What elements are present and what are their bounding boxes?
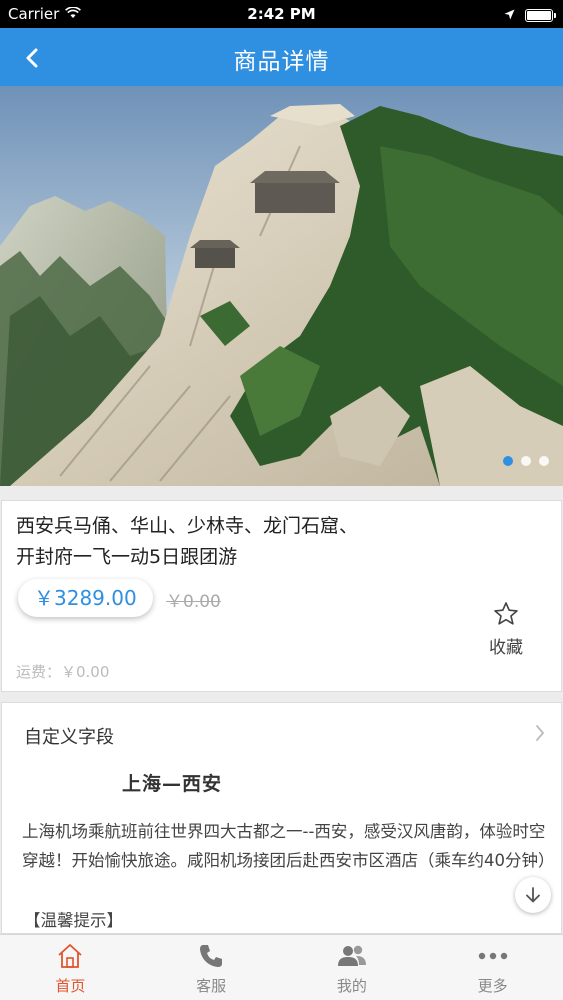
tip-label: 【温馨提示】 — [24, 911, 123, 930]
scroll-down-button[interactable] — [515, 877, 551, 913]
product-title: 西安兵马俑、华山、少林寺、龙门石窟、 开封府一飞一动5日跟团游 — [16, 511, 416, 573]
route-title: 上海—西安 — [122, 773, 223, 795]
tab-more[interactable]: 更多 — [422, 935, 563, 1000]
carousel-dot[interactable] — [503, 456, 513, 466]
star-icon — [494, 602, 518, 625]
more-icon — [422, 941, 563, 971]
tab-label: 首页 — [55, 977, 86, 995]
custom-field-header: 自定义字段 — [24, 727, 114, 748]
shipping-fee: 运费：￥0.00 — [16, 663, 110, 681]
tab-customer-service[interactable]: 客服 — [141, 935, 282, 1000]
phone-icon — [141, 941, 282, 971]
favorite-label: 收藏 — [489, 638, 523, 658]
tab-bar: 首页 客服 我的 更多 — [0, 934, 563, 1000]
carousel-dot[interactable] — [521, 456, 531, 466]
page-title: 商品详情 — [233, 49, 330, 75]
tab-label: 客服 — [196, 977, 227, 995]
tab-home[interactable]: 首页 — [0, 935, 141, 1000]
home-icon — [0, 941, 141, 971]
nav-bar: 商品详情 — [0, 28, 563, 86]
status-time: 2:42 PM — [247, 5, 316, 23]
tab-label: 我的 — [336, 977, 367, 995]
product-title-line2: 开封府一飞一动5日跟团游 — [16, 546, 238, 568]
original-price: ￥0.00 — [166, 592, 221, 612]
battery-icon — [525, 8, 556, 22]
tab-label: 更多 — [477, 977, 508, 995]
tab-mine[interactable]: 我的 — [282, 935, 423, 1000]
users-icon — [282, 941, 423, 971]
hero-carousel[interactable] — [0, 86, 563, 486]
product-title-line1: 西安兵马俑、华山、少林寺、龙门石窟、 — [16, 515, 359, 537]
product-card: 西安兵马俑、华山、少林寺、龙门石窟、 开封府一飞一动5日跟团游 ￥3289.00… — [1, 500, 562, 692]
carousel-dot[interactable] — [539, 456, 549, 466]
status-bar: Carrier 2:42 PM — [0, 0, 563, 28]
itinerary-description: 上海机场乘航班前往世界四大古都之一--西安，感受汉风唐韵，体验时空穿越！开始愉快… — [22, 822, 555, 870]
carousel-dots[interactable] — [503, 456, 549, 466]
favorite-button[interactable]: 收藏 — [481, 601, 531, 658]
price-tag: ￥3289.00 — [18, 579, 153, 617]
hero-image — [0, 86, 563, 486]
location-arrow-icon — [504, 6, 515, 24]
chevron-right-icon — [535, 723, 545, 747]
custom-field-card[interactable]: 自定义字段 上海—西安 上海机场乘航班前往世界四大古都之一--西安，感受汉风唐韵… — [1, 702, 562, 934]
status-right — [504, 6, 556, 24]
arrow-down-icon — [526, 887, 540, 903]
